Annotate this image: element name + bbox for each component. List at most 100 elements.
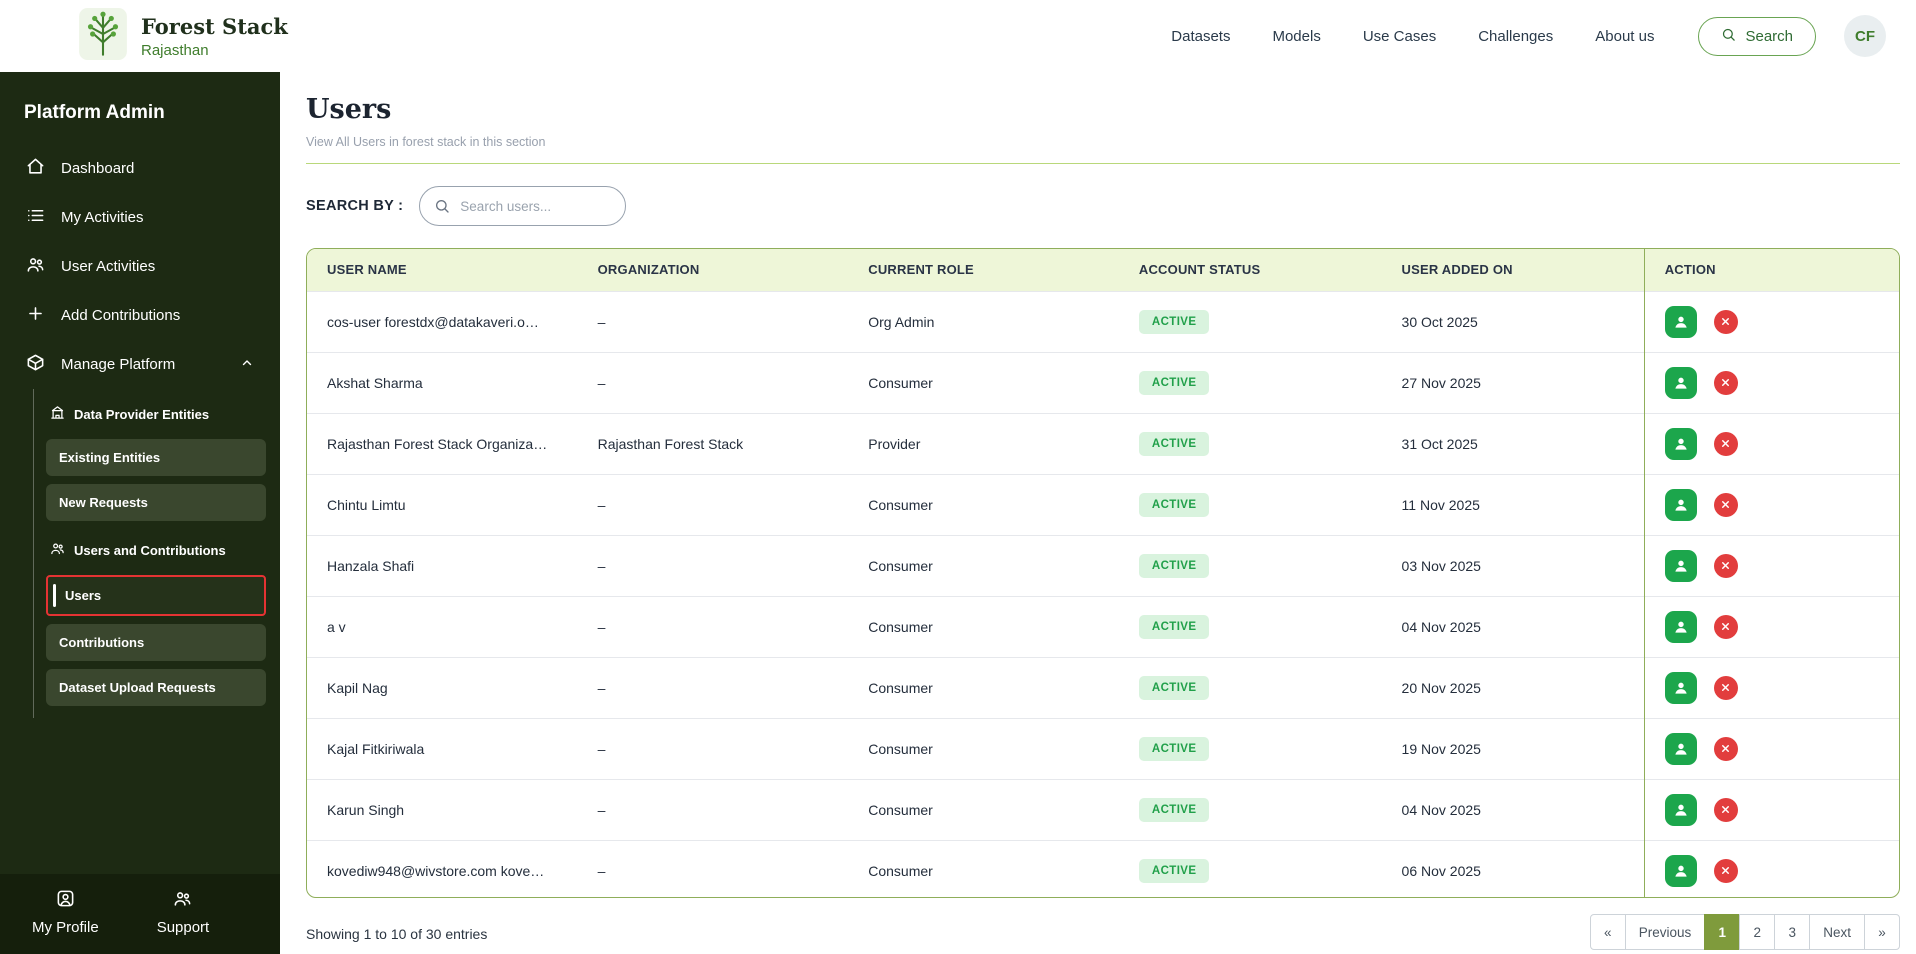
status-cell: ACTIVE xyxy=(1118,839,1382,897)
header-current-role: CURRENT ROLE xyxy=(848,249,1119,291)
table-row[interactable]: cos-user forestdx@datakaveri.o… – Org Ad… xyxy=(307,290,1899,352)
view-user-button[interactable] xyxy=(1664,549,1697,582)
view-user-button[interactable] xyxy=(1664,671,1697,704)
status-badge: ACTIVE xyxy=(1138,858,1210,883)
status-badge: ACTIVE xyxy=(1138,309,1210,334)
global-search-button[interactable]: Search xyxy=(1698,16,1816,56)
deactivate-user-button[interactable] xyxy=(1713,309,1738,334)
sidebar-item-label: Manage Platform xyxy=(61,356,176,373)
view-user-button[interactable] xyxy=(1664,488,1697,521)
sidebar-item-add-contributions[interactable]: Add Contributions xyxy=(0,291,280,340)
users-group-icon xyxy=(26,255,45,278)
pagination-page-1-button[interactable]: 1 xyxy=(1704,914,1741,950)
submenu-item-users-selected[interactable]: Users xyxy=(46,575,266,616)
status-badge: ACTIVE xyxy=(1138,675,1210,700)
nav-link-use-cases[interactable]: Use Cases xyxy=(1363,28,1436,45)
person-icon xyxy=(1675,743,1687,755)
table-row[interactable]: Rajasthan Forest Stack Organiza… Rajasth… xyxy=(307,412,1899,474)
role-cell: Org Admin xyxy=(848,290,1119,352)
search-users-input[interactable] xyxy=(419,186,627,226)
deactivate-user-button[interactable] xyxy=(1713,675,1738,700)
organization-cell: – xyxy=(577,473,849,535)
action-cell xyxy=(1643,717,1899,779)
box-icon xyxy=(26,353,45,376)
pagination-next-button[interactable]: Next xyxy=(1809,914,1865,950)
brand-logo[interactable]: Forest Stack Rajasthan xyxy=(78,7,288,66)
role-cell: Consumer xyxy=(848,595,1119,657)
table-row[interactable]: a v – Consumer ACTIVE 04 Nov 2025 xyxy=(307,595,1899,657)
sidebar-item-user-activities[interactable]: User Activities xyxy=(0,242,280,291)
organization-cell: – xyxy=(577,290,849,352)
added-on-cell: 19 Nov 2025 xyxy=(1381,717,1645,779)
role-cell: Consumer xyxy=(848,351,1119,413)
nav-link-about-us[interactable]: About us xyxy=(1595,28,1654,45)
deactivate-user-button[interactable] xyxy=(1713,553,1738,578)
pagination-previous-button[interactable]: Previous xyxy=(1624,914,1706,950)
deactivate-user-button[interactable] xyxy=(1713,492,1738,517)
nav-link-challenges[interactable]: Challenges xyxy=(1478,28,1553,45)
view-user-button[interactable] xyxy=(1664,793,1697,826)
pagination-page-2-button[interactable]: 2 xyxy=(1739,914,1776,950)
user-name-cell: Kajal Fitkiriwala xyxy=(307,717,578,779)
close-icon xyxy=(1722,562,1730,569)
deactivate-user-button[interactable] xyxy=(1713,736,1738,761)
submenu-header-label: Data Provider Entities xyxy=(74,406,210,422)
status-badge: ACTIVE xyxy=(1138,553,1210,578)
sidebar-footer: My Profile Support xyxy=(0,874,280,954)
pagination-page-3-button[interactable]: 3 xyxy=(1774,914,1811,950)
submenu-item-new-requests[interactable]: New Requests xyxy=(46,484,266,521)
organization-cell: – xyxy=(577,778,849,840)
deactivate-user-button[interactable] xyxy=(1713,858,1738,883)
sidebar-item-dashboard[interactable]: Dashboard xyxy=(0,144,280,193)
submenu-item-contributions[interactable]: Contributions xyxy=(46,624,266,661)
pagination-first-button[interactable]: « xyxy=(1589,914,1626,950)
added-on-cell: 06 Nov 2025 xyxy=(1381,839,1645,897)
submenu-item-existing-entities[interactable]: Existing Entities xyxy=(46,439,266,476)
submenu-item-dataset-upload-requests[interactable]: Dataset Upload Requests xyxy=(46,669,266,706)
deactivate-user-button[interactable] xyxy=(1713,797,1738,822)
view-user-button[interactable] xyxy=(1664,732,1697,765)
table-row[interactable]: Kajal Fitkiriwala – Consumer ACTIVE 19 N… xyxy=(307,717,1899,779)
table-row[interactable]: Kapil Nag – Consumer ACTIVE 20 Nov 2025 xyxy=(307,656,1899,718)
pagination-last-button[interactable]: » xyxy=(1864,914,1900,950)
user-name-cell: Akshat Sharma xyxy=(307,351,578,413)
view-user-button[interactable] xyxy=(1664,366,1697,399)
sidebar-item-label: Dashboard xyxy=(61,160,135,177)
added-on-cell: 03 Nov 2025 xyxy=(1381,534,1645,596)
nav-link-models[interactable]: Models xyxy=(1272,28,1320,45)
view-user-button[interactable] xyxy=(1664,305,1697,338)
added-on-cell: 20 Nov 2025 xyxy=(1381,656,1645,718)
support-button[interactable]: Support xyxy=(157,889,209,936)
table-row[interactable]: Chintu Limtu – Consumer ACTIVE 11 Nov 20… xyxy=(307,473,1899,535)
organization-cell: – xyxy=(577,595,849,657)
table-row[interactable]: kovediw948@wivstore.com kove… – Consumer… xyxy=(307,839,1899,897)
user-name-cell: Chintu Limtu xyxy=(307,473,578,535)
person-icon xyxy=(1675,438,1687,450)
deactivate-user-button[interactable] xyxy=(1713,614,1738,639)
added-on-cell: 31 Oct 2025 xyxy=(1381,412,1645,474)
action-cell xyxy=(1643,351,1899,413)
view-user-button[interactable] xyxy=(1664,854,1697,887)
added-on-cell: 04 Nov 2025 xyxy=(1381,595,1645,657)
person-icon xyxy=(1675,377,1687,389)
sidebar-item-label: Add Contributions xyxy=(61,307,181,324)
page-title: Users xyxy=(306,94,392,125)
sidebar-item-manage-platform[interactable]: Manage Platform xyxy=(0,340,280,389)
user-avatar[interactable]: CF xyxy=(1844,15,1886,57)
person-icon xyxy=(1675,499,1687,511)
deactivate-user-button[interactable] xyxy=(1713,370,1738,395)
view-user-button[interactable] xyxy=(1664,610,1697,643)
table-row[interactable]: Akshat Sharma – Consumer ACTIVE 27 Nov 2… xyxy=(307,351,1899,413)
added-on-cell: 30 Oct 2025 xyxy=(1381,290,1645,352)
view-user-button[interactable] xyxy=(1664,427,1697,460)
user-name-cell: kovediw948@wivstore.com kove… xyxy=(307,839,578,897)
my-profile-button[interactable]: My Profile xyxy=(32,889,99,936)
status-cell: ACTIVE xyxy=(1118,473,1382,535)
deactivate-user-button[interactable] xyxy=(1713,431,1738,456)
header-organization: ORGANIZATION xyxy=(577,249,849,291)
table-row[interactable]: Karun Singh – Consumer ACTIVE 04 Nov 202… xyxy=(307,778,1899,840)
sidebar-item-my-activities[interactable]: My Activities xyxy=(0,193,280,242)
nav-link-datasets[interactable]: Datasets xyxy=(1171,28,1230,45)
close-icon xyxy=(1722,745,1730,752)
table-row[interactable]: Hanzala Shafi – Consumer ACTIVE 03 Nov 2… xyxy=(307,534,1899,596)
